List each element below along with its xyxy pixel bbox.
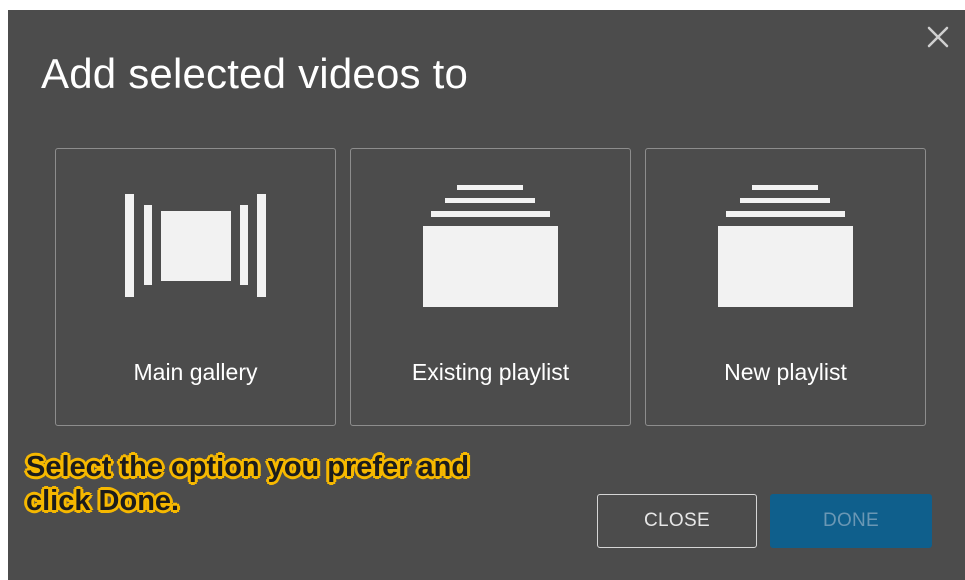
gallery-icon	[125, 194, 266, 297]
instruction-callout: Select the option you prefer and click D…	[26, 450, 469, 518]
close-icon[interactable]	[925, 24, 951, 50]
callout-line-2: click Done.	[26, 485, 180, 517]
option-main-gallery[interactable]: Main gallery	[55, 148, 336, 426]
playlist-stack-icon	[423, 185, 558, 307]
playlist-stack-icon	[718, 185, 853, 307]
option-label-new-playlist: New playlist	[724, 359, 847, 385]
close-button[interactable]: CLOSE	[597, 494, 757, 548]
done-button[interactable]: DONE	[770, 494, 932, 548]
callout-line-1: Select the option you prefer and	[26, 451, 470, 483]
option-label-main-gallery: Main gallery	[133, 359, 258, 385]
option-new-playlist[interactable]: New playlist	[645, 148, 926, 426]
add-videos-dialog: Add selected videos to Main gallery Exis…	[8, 10, 965, 580]
dialog-title: Add selected videos to	[41, 50, 469, 97]
option-existing-playlist[interactable]: Existing playlist	[350, 148, 631, 426]
option-label-existing-playlist: Existing playlist	[411, 359, 570, 385]
